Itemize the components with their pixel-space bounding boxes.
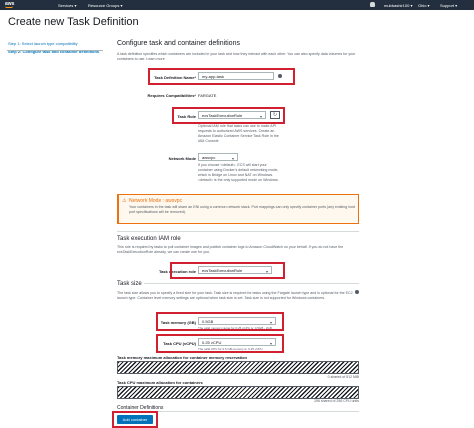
services-menu[interactable]: Services ▾ [58, 3, 76, 8]
requires-compat-label: Requires Compatibilities* [147, 93, 196, 98]
network-mode-alert: ⚠ Network Mode : awsvpc Your containers … [117, 194, 359, 224]
configure-description: A task definition specifies which contai… [117, 52, 356, 61]
exec-role-section-title: Task execution IAM role [117, 236, 181, 242]
memory-allocation-note: 0 shared of 512 MiB [327, 375, 359, 379]
section-divider [117, 283, 359, 284]
top-navigation-bar: aws Services ▾ Resource Groups ▾ mubbash… [0, 0, 474, 10]
section-divider [117, 231, 359, 232]
memory-allocation-bar [117, 361, 359, 374]
account-menu[interactable]: mubbashir100 ▾ [384, 3, 412, 8]
steps-divider [7, 50, 103, 51]
wizard-steps: Step 1: Select launch type compatibility… [8, 40, 99, 56]
bell-icon[interactable] [370, 2, 375, 7]
step-1-link[interactable]: Step 1: Select launch type compatibility [8, 40, 99, 48]
chevron-down-icon: ▾ [231, 156, 234, 161]
highlight-task-memory [156, 312, 284, 331]
task-size-description: The task size allows you to specify a fi… [117, 291, 353, 300]
task-size-section-title: Task size [117, 281, 144, 287]
memory-allocation-label: Task memory maximum allocation for conta… [117, 355, 247, 360]
highlight-task-definition-name [148, 68, 295, 85]
info-icon[interactable] [355, 290, 359, 294]
alert-title: Network Mode : awsvpc [129, 198, 183, 204]
configure-section-title: Configure task and container definitions [117, 40, 240, 47]
network-mode-value: awsvpc [202, 155, 216, 160]
highlight-task-role [172, 107, 285, 124]
aws-logo-smile-icon [5, 6, 13, 8]
support-menu[interactable]: Support ▾ [440, 3, 457, 8]
warning-icon: ⚠ [122, 198, 127, 204]
cpu-allocation-label: Task CPU maximum allocation for containe… [117, 380, 203, 385]
highlight-add-container [112, 411, 158, 428]
network-mode-select[interactable]: awsvpc ▾ [198, 153, 238, 161]
requires-compat-value: FARGATE [198, 93, 217, 98]
region-menu[interactable]: Ohio ▾ [418, 3, 430, 8]
network-mode-label: Network Mode [168, 156, 196, 161]
alert-body: Your containers in the task will share a… [129, 205, 355, 214]
task-role-help: Optional IAM role that tasks can use to … [198, 124, 279, 143]
resource-groups-menu[interactable]: Resource Groups ▾ [88, 3, 122, 8]
cpu-allocation-bar [117, 386, 359, 399]
highlight-task-execution-role [170, 262, 285, 279]
cpu-allocation-note: 256 shared of 256 CPU units [314, 399, 359, 403]
network-mode-help: If you choose <default>, ECS will start … [198, 163, 279, 182]
exec-role-description: This role is required by tasks to pull c… [117, 245, 344, 254]
page-title: Create new Task Definition [8, 16, 139, 28]
highlight-task-cpu [156, 334, 284, 353]
